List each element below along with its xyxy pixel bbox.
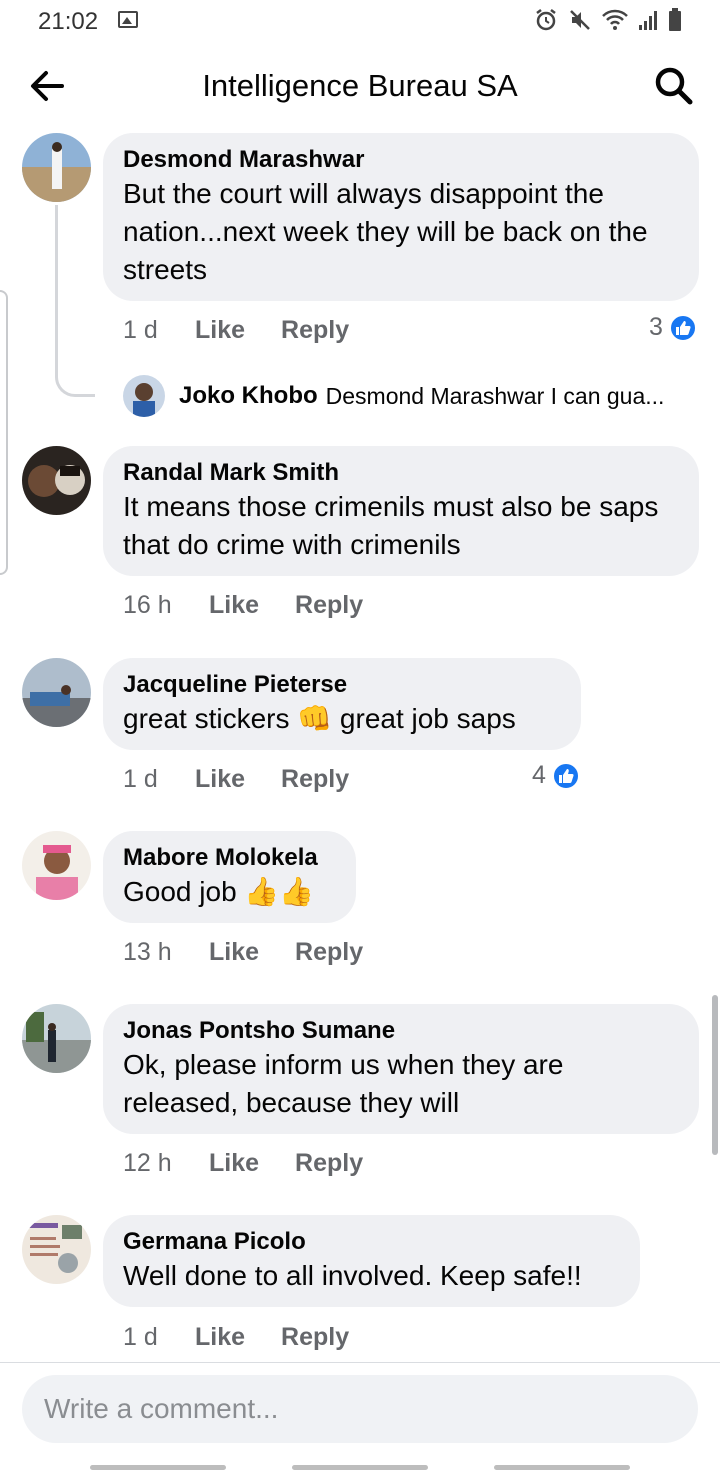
scrollbar[interactable] [712,995,718,1155]
reply-button[interactable]: Reply [295,1149,363,1178]
reply-button[interactable]: Reply [281,765,349,794]
avatar[interactable] [22,831,91,900]
comment-text: Well done to all involved. Keep safe!! [123,1260,582,1291]
comment-bubble[interactable]: Desmond Marashwar But the court will alw… [103,133,699,301]
comment-text: It means those crimenils must also be sa… [123,491,659,560]
app-header: Intelligence Bureau SA [0,50,720,126]
comment-time: 13 h [123,938,172,966]
comment-time: 1 d [123,1323,158,1351]
page-title: Intelligence Bureau SA [202,68,518,103]
like-button[interactable]: Like [209,1149,259,1178]
nav-back[interactable] [494,1465,630,1470]
reply-button[interactable]: Reply [295,938,363,967]
reaction-number: 4 [532,761,546,789]
status-icons [534,8,682,37]
comment-actions: 13 h Like Reply [123,938,363,967]
comment-text: Good job 👍👍 [123,876,315,907]
comment-bubble[interactable]: Jacqueline Pieterse great stickers 👊 gre… [103,658,581,750]
avatar[interactable] [22,1215,91,1284]
comment-author[interactable]: Mabore Molokela [123,843,336,873]
reaction-count[interactable]: 4 [532,761,580,790]
avatar [123,375,165,417]
edge-panel-handle[interactable] [0,290,8,575]
thumbs-up-icon [551,761,580,790]
status-bar: 21:02 [0,0,720,44]
reply-button[interactable]: Reply [281,316,349,345]
mute-icon [568,8,592,37]
comment-bubble[interactable]: Mabore Molokela Good job 👍👍 [103,831,356,923]
comment-author[interactable]: Desmond Marashwar [123,145,679,175]
comment-text: great stickers 👊 great job saps [123,703,516,734]
like-button[interactable]: Like [195,1323,245,1352]
comment-text: Ok, please inform us when they are relea… [123,1049,564,1118]
comment-bubble[interactable]: Jonas Pontsho Sumane Ok, please inform u… [103,1004,699,1134]
reply-text: Desmond Marashwar I can gua... [325,382,665,409]
reply-button[interactable]: Reply [295,591,363,620]
system-nav-bar [0,1456,720,1480]
comment-bubble[interactable]: Randal Mark Smith It means those crimeni… [103,446,699,576]
wifi-icon [602,9,628,36]
reply-preview[interactable]: Joko Khobo Desmond Marashwar I can gua..… [123,375,664,417]
comment-actions: 1 d Like Reply [123,316,349,345]
comment-actions: 1 d Like Reply [123,1323,349,1352]
comment-time: 12 h [123,1149,172,1177]
avatar[interactable] [22,658,91,727]
like-button[interactable]: Like [195,765,245,794]
comment-text: But the court will always disappoint the… [123,178,648,285]
avatar[interactable] [22,133,91,202]
like-button[interactable]: Like [209,938,259,967]
nav-home[interactable] [292,1465,428,1470]
signal-icon [638,9,658,36]
reaction-count[interactable]: 3 [649,313,697,342]
thread-line [55,205,95,397]
comment-time: 16 h [123,591,172,619]
comment-author[interactable]: Randal Mark Smith [123,458,679,488]
comment-author[interactable]: Jonas Pontsho Sumane [123,1016,679,1046]
gallery-notification-icon [118,11,138,28]
nav-recent-apps[interactable] [90,1465,226,1470]
reply-button[interactable]: Reply [281,1323,349,1352]
comment-input[interactable]: Write a comment... [22,1375,698,1443]
comment-actions: 1 d Like Reply [123,765,349,794]
comment-time: 1 d [123,316,158,344]
like-button[interactable]: Like [195,316,245,345]
comment-bubble[interactable]: Germana Picolo Well done to all involved… [103,1215,640,1307]
status-time: 21:02 [38,8,99,35]
battery-icon [668,8,682,37]
comment-actions: 12 h Like Reply [123,1149,363,1178]
comment-actions: 16 h Like Reply [123,591,363,620]
comment-author[interactable]: Jacqueline Pieterse [123,670,561,700]
search-button[interactable] [654,66,694,106]
comment-author[interactable]: Germana Picolo [123,1227,620,1257]
avatar[interactable] [22,446,91,515]
reply-author[interactable]: Joko Khobo [179,382,318,410]
thumbs-up-icon [668,313,697,342]
avatar[interactable] [22,1004,91,1073]
alarm-icon [534,8,558,37]
reaction-number: 3 [649,313,663,341]
like-button[interactable]: Like [209,591,259,620]
comment-time: 1 d [123,765,158,793]
search-icon [655,67,693,105]
